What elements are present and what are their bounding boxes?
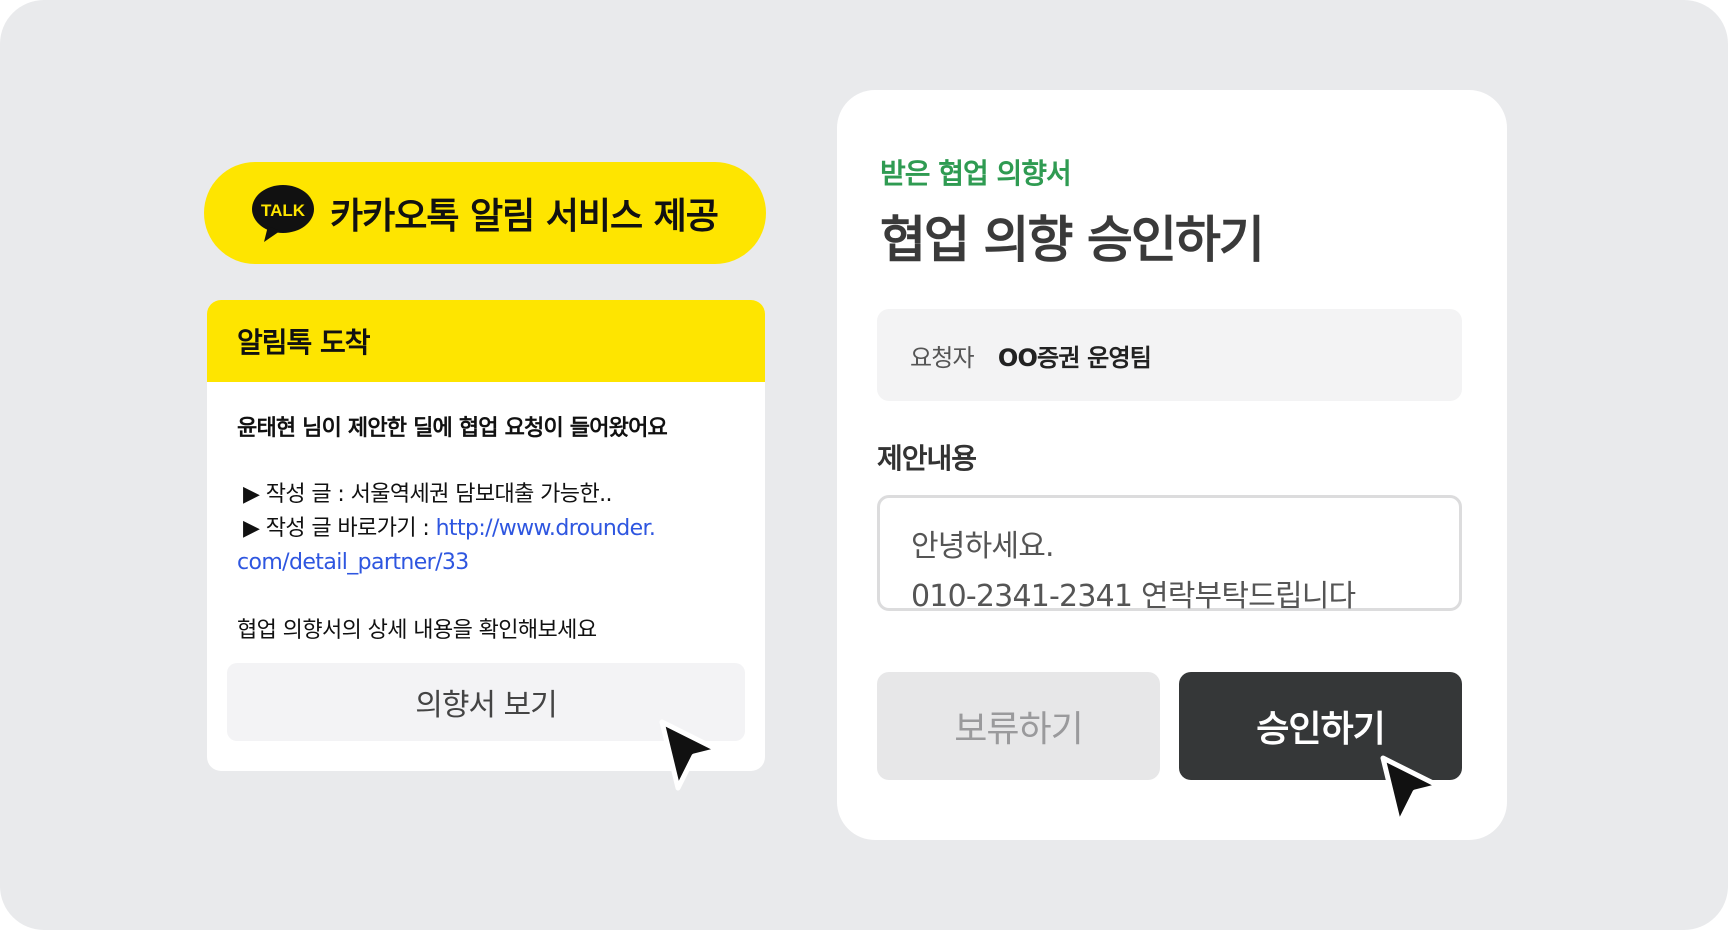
approval-subtitle: 받은 협업 의향서 xyxy=(880,157,1072,190)
approval-title: 협업 의향 승인하기 xyxy=(880,211,1265,269)
alimtalk-message-card: 알림톡 도착 윤태현 님이 제안한 딜에 협업 요청이 들어왔어요 ▶ 작성 글… xyxy=(207,300,765,771)
alimtalk-title: 윤태현 님이 제안한 딜에 협업 요청이 들어왔어요 xyxy=(237,416,668,441)
alimtalk-body: 윤태현 님이 제안한 딜에 협업 요청이 들어왔어요 ▶ 작성 글 : 서울역세… xyxy=(207,382,765,644)
alimtalk-footer-text: 협업 의향서의 상세 내용을 확인해보세요 xyxy=(237,618,597,643)
svg-text:TALK: TALK xyxy=(261,201,306,220)
post-title-line: ▶ 작성 글 : 서울역세권 담보대출 가능한.. xyxy=(243,482,612,507)
kakao-talk-icon: TALK xyxy=(252,185,314,242)
post-link-continuation[interactable]: com/detail_partner/33 xyxy=(237,546,735,580)
view-proposal-button[interactable]: 의향서 보기 xyxy=(227,663,745,741)
approve-button[interactable]: 승인하기 xyxy=(1179,672,1462,780)
requester-label: 요청자 xyxy=(910,343,975,372)
alimtalk-detail-lines: ▶ 작성 글 : 서울역세권 담보대출 가능한.. ▶ 작성 글 바로가기 : … xyxy=(237,478,735,546)
post-link[interactable]: http://www.drounder. xyxy=(436,516,656,541)
approval-card: 받은 협업 의향서 협업 의향 승인하기 요청자 OO증권 운영팀 제안내용 안… xyxy=(837,90,1507,840)
kakao-service-banner: TALK 카카오톡 알림 서비스 제공 xyxy=(204,162,766,264)
background-canvas: TALK 카카오톡 알림 서비스 제공 알림톡 도착 윤태현 님이 제안한 딜에… xyxy=(0,0,1728,930)
alimtalk-header: 알림톡 도착 xyxy=(207,300,765,382)
post-link-line: ▶ 작성 글 바로가기 : http://www.drounder. xyxy=(243,516,656,541)
proposal-line: 안녕하세요. xyxy=(911,529,1055,564)
proposal-textarea[interactable]: 안녕하세요. 010-2341-2341 연락부탁드립니다 xyxy=(877,495,1462,614)
requester-field: 요청자 OO증권 운영팀 xyxy=(877,309,1462,401)
proposal-line: 010-2341-2341 연락부탁드립니다 xyxy=(911,579,1356,614)
kakao-banner-text: 카카오톡 알림 서비스 제공 xyxy=(330,196,719,237)
proposal-label: 제안내용 xyxy=(877,442,977,475)
requester-value: OO증권 운영팀 xyxy=(997,343,1152,372)
hold-button[interactable]: 보류하기 xyxy=(877,672,1160,780)
